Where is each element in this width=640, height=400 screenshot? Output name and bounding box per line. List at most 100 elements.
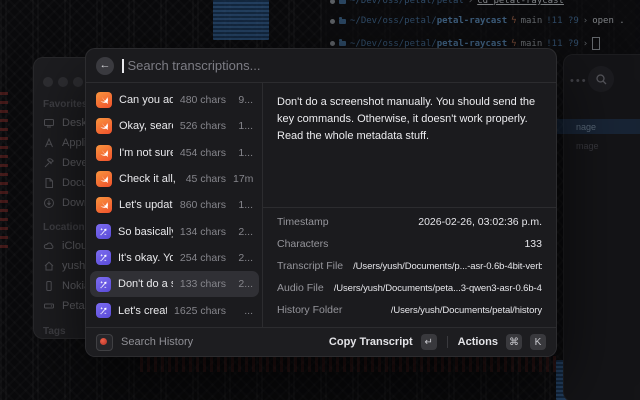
- list-item[interactable]: Can you add a c... 480 chars 9...: [90, 87, 259, 113]
- metadata-row: Timestamp 2026-02-26, 03:02:36 p.m.: [277, 211, 542, 233]
- list-item[interactable]: I'm not sure if th... 454 chars 1...: [90, 140, 259, 166]
- finder-section-tags: Tags: [43, 326, 66, 337]
- document-icon: [43, 177, 55, 189]
- finder-section-locations: Locations: [43, 222, 90, 233]
- metadata-label: Transcript File: [277, 260, 343, 272]
- swift-icon: [96, 118, 112, 134]
- search-button[interactable]: [588, 66, 614, 92]
- char-count: 526 chars: [180, 120, 226, 132]
- folder-icon: [339, 41, 346, 46]
- desktop-icon: [43, 117, 55, 129]
- transcript-title: Let's update the...: [119, 199, 173, 211]
- transcript-title: Don't do a scre...: [118, 278, 173, 290]
- wallpaper-red-accent: [0, 88, 8, 248]
- list-item[interactable]: It's okay. You a... 254 chars 2...: [90, 245, 259, 271]
- swift-icon: [96, 171, 112, 187]
- list-item[interactable]: Check it all, plea... 45 chars 17m: [90, 166, 259, 192]
- transcript-title: It's okay. You a...: [118, 252, 173, 264]
- modal-footer: Search History Copy Transcript ↵ Actions…: [86, 327, 556, 356]
- back-arrow-icon: ←: [100, 60, 111, 71]
- background-list-row[interactable]: nage: [550, 119, 640, 134]
- wallpaper-blue-patch: [213, 0, 269, 40]
- search-transcriptions-window: ← Search transcriptions... Can you add a…: [85, 48, 557, 357]
- copy-transcript-button[interactable]: Copy Transcript: [329, 336, 413, 348]
- metadata-value: 133: [524, 238, 542, 250]
- detail-pane: Don't do a screenshot manually. You shou…: [262, 83, 556, 327]
- list-item[interactable]: So basically, op... 134 chars 2...: [90, 218, 259, 244]
- sidebar-item-label: Petal: [62, 300, 87, 312]
- zoom-window-icon[interactable]: [73, 77, 83, 87]
- time-ago: 2...: [233, 226, 253, 238]
- git-icon: ϟ: [511, 39, 516, 49]
- minimize-window-icon[interactable]: [58, 77, 68, 87]
- sidebar-item-petal-drive[interactable]: Petal: [43, 297, 87, 315]
- time-ago: 1...: [233, 147, 253, 159]
- metadata-value: /Users/yush/Documents/p...-asr-0.6b-4bit…: [353, 261, 542, 272]
- metadata-section: Timestamp 2026-02-26, 03:02:36 p.m. Char…: [263, 208, 556, 327]
- transcript-title: I'm not sure if th...: [119, 147, 173, 159]
- time-ago: 1...: [233, 199, 253, 211]
- metadata-label: History Folder: [277, 304, 342, 316]
- sidebar-item-nokia[interactable]: Nokia: [43, 277, 90, 295]
- background-list-row[interactable]: mage: [550, 138, 640, 153]
- time-ago: 2...: [233, 252, 253, 264]
- sidebar-item-home[interactable]: yush: [43, 257, 85, 275]
- list-item[interactable]: Let's create a R... 1625 chars ...: [90, 297, 259, 323]
- close-window-icon[interactable]: [43, 77, 53, 87]
- wallpaper-red-accent: [140, 356, 560, 372]
- enter-key-icon: ↵: [421, 334, 437, 350]
- metadata-label: Timestamp: [277, 216, 329, 228]
- sidebar-item-label: yush: [62, 260, 85, 272]
- apple-icon: [330, 41, 335, 46]
- search-input[interactable]: Search transcriptions...: [128, 58, 261, 73]
- time-ago: ...: [233, 305, 253, 317]
- command-key-icon: ⌘: [506, 334, 522, 350]
- char-count: 134 chars: [180, 226, 226, 238]
- more-icon[interactable]: •••: [570, 75, 588, 87]
- swift-icon: [96, 145, 112, 161]
- folder-icon: [339, 19, 346, 24]
- metadata-label: Characters: [277, 238, 328, 250]
- time-ago: 9...: [233, 94, 253, 106]
- petal-icon: [96, 277, 111, 292]
- results-list: Can you add a c... 480 chars 9... Okay, …: [86, 83, 262, 327]
- metadata-value: /Users/yush/Documents/peta...3-qwen3-asr…: [334, 283, 542, 294]
- download-icon: [43, 197, 55, 209]
- metadata-value: /Users/yush/Documents/petal/history: [391, 305, 542, 316]
- git-icon: ϟ: [511, 16, 516, 26]
- terminal-line: ~/Dev/oss/petal/petal › cd petal-raycast: [330, 0, 564, 6]
- search-header: ← Search transcriptions...: [86, 49, 556, 83]
- transcript-text: Don't do a screenshot manually. You shou…: [263, 83, 556, 207]
- command-name: Search History: [121, 336, 321, 348]
- terminal-cursor: [592, 37, 600, 50]
- char-count: 254 chars: [180, 252, 226, 264]
- list-item[interactable]: Let's update the... 860 chars 1...: [90, 192, 259, 218]
- results-body: Can you add a c... 480 chars 9... Okay, …: [86, 83, 556, 327]
- transcript-title: So basically, op...: [118, 226, 173, 238]
- metadata-row: Audio File /Users/yush/Documents/peta...…: [277, 277, 542, 299]
- text-caret: [122, 59, 124, 73]
- transcript-title: Check it all, plea...: [119, 173, 179, 185]
- phone-icon: [43, 280, 55, 292]
- background-side-window: ••• nage mage: [563, 54, 640, 400]
- petal-icon: [96, 224, 111, 239]
- swift-icon: [96, 197, 112, 213]
- list-item-selected[interactable]: Don't do a scre... 133 chars 2...: [90, 271, 259, 297]
- char-count: 860 chars: [180, 199, 226, 211]
- actions-button[interactable]: Actions: [458, 336, 498, 348]
- applications-icon: [43, 137, 55, 149]
- time-ago: 1...: [233, 120, 253, 132]
- terminal-line: ~/Dev/oss/petal/petal-raycast ϟ main !11…: [330, 16, 625, 26]
- char-count: 45 chars: [186, 173, 226, 185]
- apple-icon: [330, 0, 335, 4]
- metadata-row: History Folder /Users/yush/Documents/pet…: [277, 299, 542, 321]
- k-key-icon: K: [530, 334, 546, 350]
- extension-icon: [96, 334, 113, 351]
- desktop: Favorites Desktop Applications Developer…: [0, 0, 640, 400]
- hammer-icon: [43, 157, 55, 169]
- back-button[interactable]: ←: [96, 57, 114, 75]
- petal-icon: [96, 303, 111, 318]
- footer-divider: [447, 336, 448, 348]
- list-item[interactable]: Okay, search tra... 526 chars 1...: [90, 113, 259, 139]
- home-icon: [43, 260, 55, 272]
